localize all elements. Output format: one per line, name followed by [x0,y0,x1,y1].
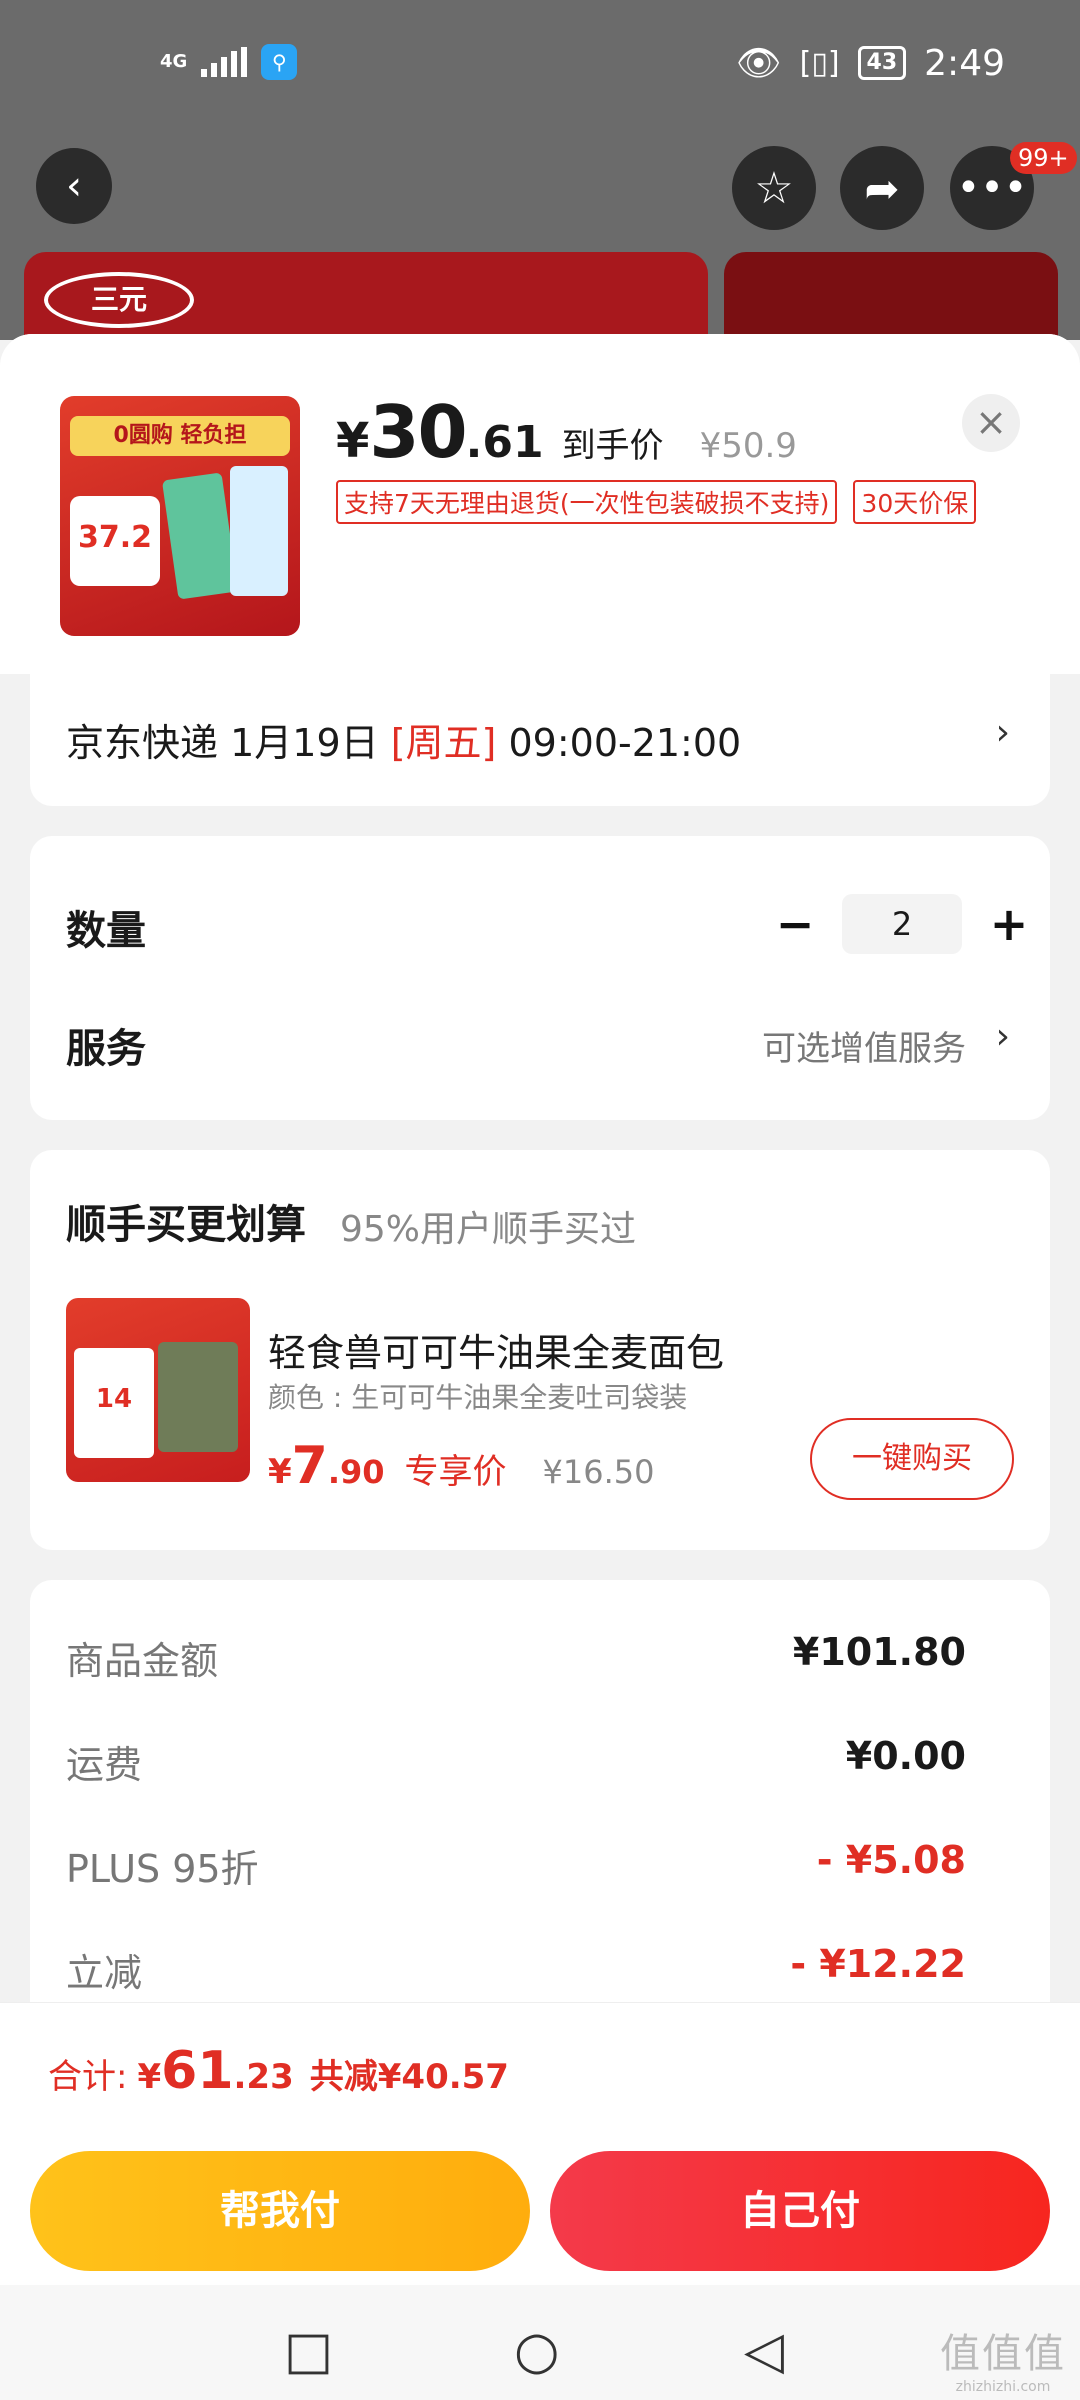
delivery-carrier: 京东快递 [66,721,219,765]
service-tags: 支持7天无理由退货(一次性包装破损不支持) 30天价保 [336,480,977,524]
system-nav-bar: □ ○ ◁ 值值值 zhizhizhi.com [0,2285,1080,2400]
price-label: 到手价 [561,426,664,466]
total-decimal: .23 [233,2057,294,2097]
more-icon: ••• [956,165,1028,211]
summary-label: 商品金额 [66,1639,219,1683]
status-right: 👁 [▯] 43 2:49 [735,42,1005,85]
total-saving: 共减¥40.57 [309,2057,509,2097]
message-badge: 99+ [1010,142,1077,174]
favorite-button[interactable]: ☆ [732,146,816,230]
service-label: 服务 [66,1026,146,1072]
star-icon: ☆ [754,162,794,214]
currency-symbol: ¥ [268,1452,292,1492]
summary-value: ¥101.80 [792,1630,966,1674]
help-pay-button[interactable]: 帮我付 [30,2151,530,2271]
summary-row: PLUS 95折 - ¥5.08 [66,1838,966,1893]
bread-bag-image [158,1342,238,1452]
eye-icon: 👁 [735,43,782,84]
total-label: 合计: [48,2057,128,2097]
original-price: ¥50.9 [699,426,797,466]
summary-row: 运费 ¥0.00 [66,1734,966,1789]
watermark-text: 值值值 [940,2331,1066,2377]
upsell-item-spec: 颜色 : 生可可牛油果全麦吐司袋装 [268,1381,688,1414]
summary-value: - ¥12.22 [790,1942,966,1986]
price-label: 专享价 [404,1452,507,1492]
background-page: 4G ⚲ 👁 [▯] 43 2:49 ‹ ☆ ➦ ••• 99+ 三元 [0,0,1080,372]
upsell-thumbnail[interactable]: 14 [66,1298,250,1482]
milk-carton-image [230,466,288,596]
notification-app-icon: ⚲ [261,44,298,80]
share-icon: ➦ [864,163,900,213]
summary-label: PLUS 95折 [66,1847,259,1891]
summary-label: 运费 [66,1743,143,1787]
brand-logo: 三元 [44,272,194,328]
price-integer: 7 [291,1436,328,1496]
quantity-stepper: − 2 + [774,894,1030,954]
self-pay-button[interactable]: 自己付 [550,2151,1050,2271]
close-icon: × [975,400,1007,444]
currency-symbol: ¥ [137,2057,162,2097]
quantity-label: 数量 [66,908,146,954]
status-bar: 4G ⚲ 👁 [▯] 43 2:49 [0,0,1080,130]
delivery-time: 09:00-21:00 [508,721,742,765]
quantity-service-card: 数量 − 2 + 服务 可选增值服务 › [30,836,1050,1120]
checkout-footer: 合计: ¥ 61 .23 共减¥40.57 帮我付 自己付 □ ○ ◁ 值值值 … [0,2002,1080,2400]
total-row: 合计: ¥ 61 .23 共减¥40.57 [48,2041,509,2101]
close-button[interactable]: × [962,394,1020,452]
thumb-ribbon: 0圆购 轻负担 [70,416,290,456]
quantity-value[interactable]: 2 [842,894,962,954]
upsell-title: 顺手买更划算 [66,1202,306,1248]
home-icon[interactable]: ○ [514,2325,559,2377]
price-row: ¥ 30 .61 到手价 ¥50.9 [336,390,797,474]
back-arrow-icon: ‹ [66,163,82,209]
delivery-info: 京东快递 1月19日 [周五] 09:00-21:00 [66,712,741,767]
milk-carton-image [161,472,239,600]
one-click-buy-button[interactable]: 一键购买 [810,1418,1014,1500]
clock: 2:49 [924,42,1005,84]
delivery-date: 1月19日 [230,721,379,765]
increment-button[interactable]: + [988,897,1030,951]
signal-icon [201,47,248,77]
share-button[interactable]: ➦ [840,146,924,230]
network-type: 4G [160,51,188,72]
sheet-header: 0圆购 轻负担 37.2 ¥ 30 .61 到手价 ¥50.9 支持7天无理由退… [0,334,1080,674]
upsell-price-row: ¥ 7 .90 专享价 ¥16.50 [268,1436,655,1496]
battery-icon: 43 [857,46,907,80]
upsell-item-name[interactable]: 轻食兽可可牛油果全麦面包 [268,1322,724,1377]
return-policy-tag: 支持7天无理由退货(一次性包装破损不支持) [336,480,838,524]
summary-row: 立减 - ¥12.22 [66,1942,966,1997]
recent-apps-icon[interactable]: □ [284,2325,333,2377]
decrement-button[interactable]: − [774,897,816,951]
status-left: 4G ⚲ [160,44,298,80]
summary-row: 商品金额 ¥101.80 [66,1630,966,1685]
service-hint: 可选增值服务 [762,1029,966,1069]
price-protect-tag: 30天价保 [853,480,977,524]
chevron-right-icon: › [995,712,1010,753]
chevron-right-icon: › [995,1016,1010,1057]
upsell-subtitle: 95%用户顺手买过 [340,1209,637,1250]
back-nav-icon[interactable]: ◁ [744,2325,784,2377]
price-decimal: .61 [465,417,544,468]
thumb-price-card: 37.2 [70,496,160,586]
price-summary: 商品金额 ¥101.80 运费 ¥0.00 PLUS 95折 - ¥5.08 立… [30,1580,1050,2020]
watermark-url: zhizhizhi.com [955,2379,1051,2395]
summary-label: 立减 [66,1951,143,1995]
total-integer: 61 [161,2041,234,2101]
summary-value: - ¥5.08 [816,1838,966,1882]
watermark: 值值值 zhizhizhi.com [940,2321,1066,2395]
delivery-weekday: [周五] [390,721,497,765]
back-button[interactable]: ‹ [36,148,112,224]
original-price: ¥16.50 [542,1453,655,1491]
price-integer: 30 [369,390,467,474]
delivery-row[interactable]: 京东快递 1月19日 [周五] 09:00-21:00 › [30,670,1050,806]
vibrate-icon: [▯] [799,45,840,81]
upsell-card: 顺手买更划算 95%用户顺手买过 14 轻食兽可可牛油果全麦面包 颜色 : 生可… [30,1150,1050,1550]
price-decimal: .90 [327,1453,385,1491]
summary-value: ¥0.00 [845,1734,966,1778]
thumb-price-card: 14 [74,1348,154,1458]
currency-symbol: ¥ [336,413,370,469]
product-thumbnail: 0圆购 轻负担 37.2 [60,396,300,636]
